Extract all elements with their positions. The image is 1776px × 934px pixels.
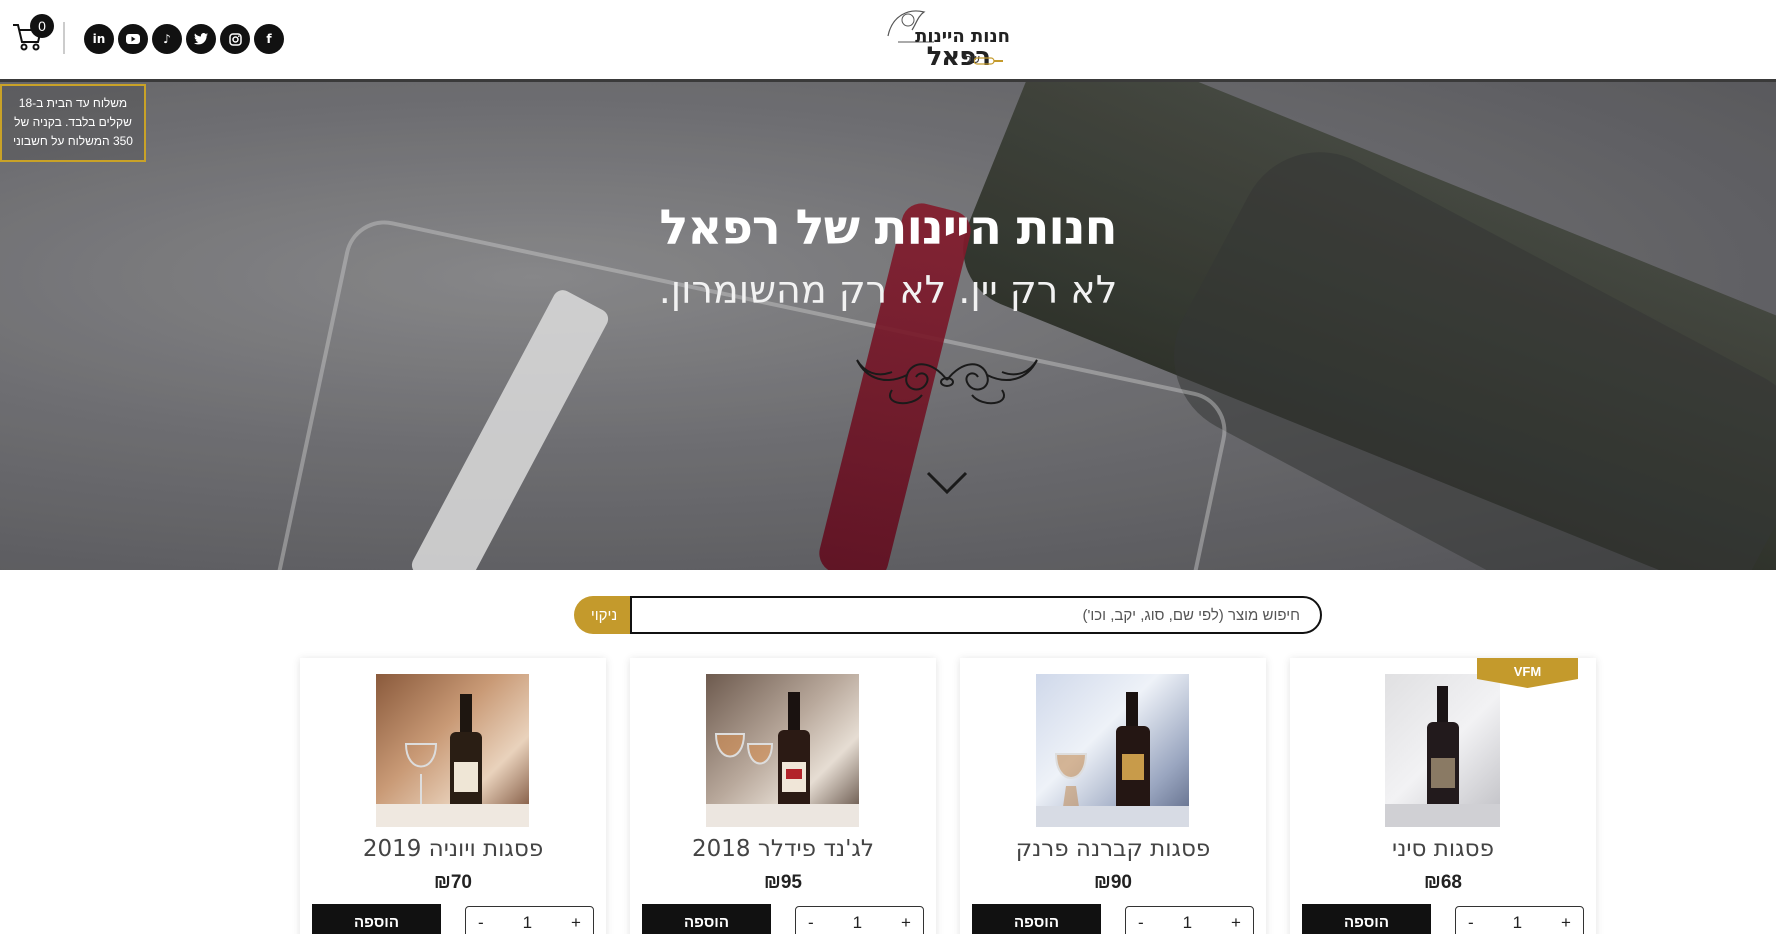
increase-button[interactable]: +: [1231, 913, 1241, 933]
social-links: in ♪ f: [84, 24, 284, 54]
twitter-icon[interactable]: [186, 24, 216, 54]
shipping-note-line: 350 המשלוח על חשבוני: [13, 134, 133, 148]
instagram-icon[interactable]: [220, 24, 250, 54]
shipping-note: משלוח עד הבית ב-18 שקלים בלבד. בקניה של …: [0, 84, 146, 162]
quantity-value[interactable]: 1: [1183, 913, 1192, 933]
increase-button[interactable]: +: [571, 913, 581, 933]
product-name[interactable]: פסגות ויוניה 2019: [300, 836, 606, 862]
product-image[interactable]: [1385, 674, 1500, 827]
add-to-cart-button[interactable]: הוספה: [972, 904, 1101, 934]
logo-bottle-icon: [974, 57, 1003, 65]
clear-search-button[interactable]: ניקוי: [574, 596, 634, 634]
product-image[interactable]: [1036, 674, 1189, 827]
product-price: ₪70: [434, 872, 472, 893]
quantity-stepper: - 1 +: [795, 906, 924, 934]
header-divider: [63, 22, 65, 54]
quantity-value[interactable]: 1: [853, 913, 862, 933]
product-search: ניקוי: [574, 596, 1322, 634]
linkedin-icon[interactable]: in: [84, 24, 114, 54]
wine-bottle-icon: [1385, 686, 1500, 827]
quantity-stepper: - 1 +: [1125, 906, 1254, 934]
decrease-button[interactable]: -: [478, 913, 484, 933]
product-grid: פסגות ויוניה 2019 ₪70 הוספה - 1 + לג'נד …: [300, 658, 1596, 934]
search-input[interactable]: [630, 596, 1322, 634]
product-image[interactable]: [376, 674, 529, 827]
add-to-cart-button[interactable]: הוספה: [1302, 904, 1431, 934]
product-image[interactable]: [706, 674, 859, 827]
chevron-down-icon[interactable]: [926, 470, 968, 496]
decrease-button[interactable]: -: [1468, 913, 1474, 933]
wine-bottle-icon: [1036, 692, 1189, 827]
shipping-note-line: שקלים בלבד. בקניה של: [14, 115, 132, 129]
product-name[interactable]: פסגות סיני: [1290, 836, 1596, 862]
product-card[interactable]: פסגות קברנה פרנק ₪90 הוספה - 1 +: [960, 658, 1266, 934]
facebook-icon[interactable]: f: [254, 24, 284, 54]
quantity-stepper: - 1 +: [1455, 906, 1584, 934]
decrease-button[interactable]: -: [808, 913, 814, 933]
cart-button[interactable]: 0: [12, 14, 54, 54]
product-price: ₪90: [1094, 872, 1132, 893]
cart-count-badge: 0: [30, 14, 54, 38]
hero-title: חנות היינות של רפאל: [659, 200, 1117, 256]
quantity-value[interactable]: 1: [523, 913, 532, 933]
hero-subtitle: לא רק יין. לא רק מהשומרון.: [658, 268, 1118, 312]
product-name[interactable]: פסגות קברנה פרנק: [960, 836, 1266, 862]
product-price: ₪95: [764, 872, 802, 893]
increase-button[interactable]: +: [1561, 913, 1571, 933]
quantity-value[interactable]: 1: [1513, 913, 1522, 933]
flourish-ornament-icon: [856, 359, 1038, 405]
product-price: ₪68: [1424, 872, 1462, 893]
site-header: 0 in ♪ f חנות היינות רפאל של: [0, 0, 1776, 82]
hero-overlay: [0, 82, 1776, 570]
increase-button[interactable]: +: [901, 913, 911, 933]
add-to-cart-button[interactable]: הוספה: [642, 904, 771, 934]
product-card[interactable]: פסגות ויוניה 2019 ₪70 הוספה - 1 +: [300, 658, 606, 934]
shipping-note-line: משלוח עד הבית ב-18: [18, 96, 128, 110]
wine-bottle-icon: [706, 692, 859, 827]
product-card[interactable]: VFM פסגות סיני ₪68 הוספה - 1 +: [1290, 658, 1596, 934]
youtube-icon[interactable]: [118, 24, 148, 54]
product-name[interactable]: לג'נד פידלר 2018: [630, 836, 936, 862]
tiktok-icon[interactable]: ♪: [152, 24, 182, 54]
decrease-button[interactable]: -: [1138, 913, 1144, 933]
hero-banner: משלוח עד הבית ב-18 שקלים בלבד. בקניה של …: [0, 82, 1776, 570]
wine-bottle-icon: [376, 694, 529, 827]
site-logo[interactable]: חנות היינות רפאל של: [878, 6, 1014, 72]
product-card[interactable]: לג'נד פידלר 2018 ₪95 הוספה - 1 +: [630, 658, 936, 934]
add-to-cart-button[interactable]: הוספה: [312, 904, 441, 934]
quantity-stepper: - 1 +: [465, 906, 594, 934]
